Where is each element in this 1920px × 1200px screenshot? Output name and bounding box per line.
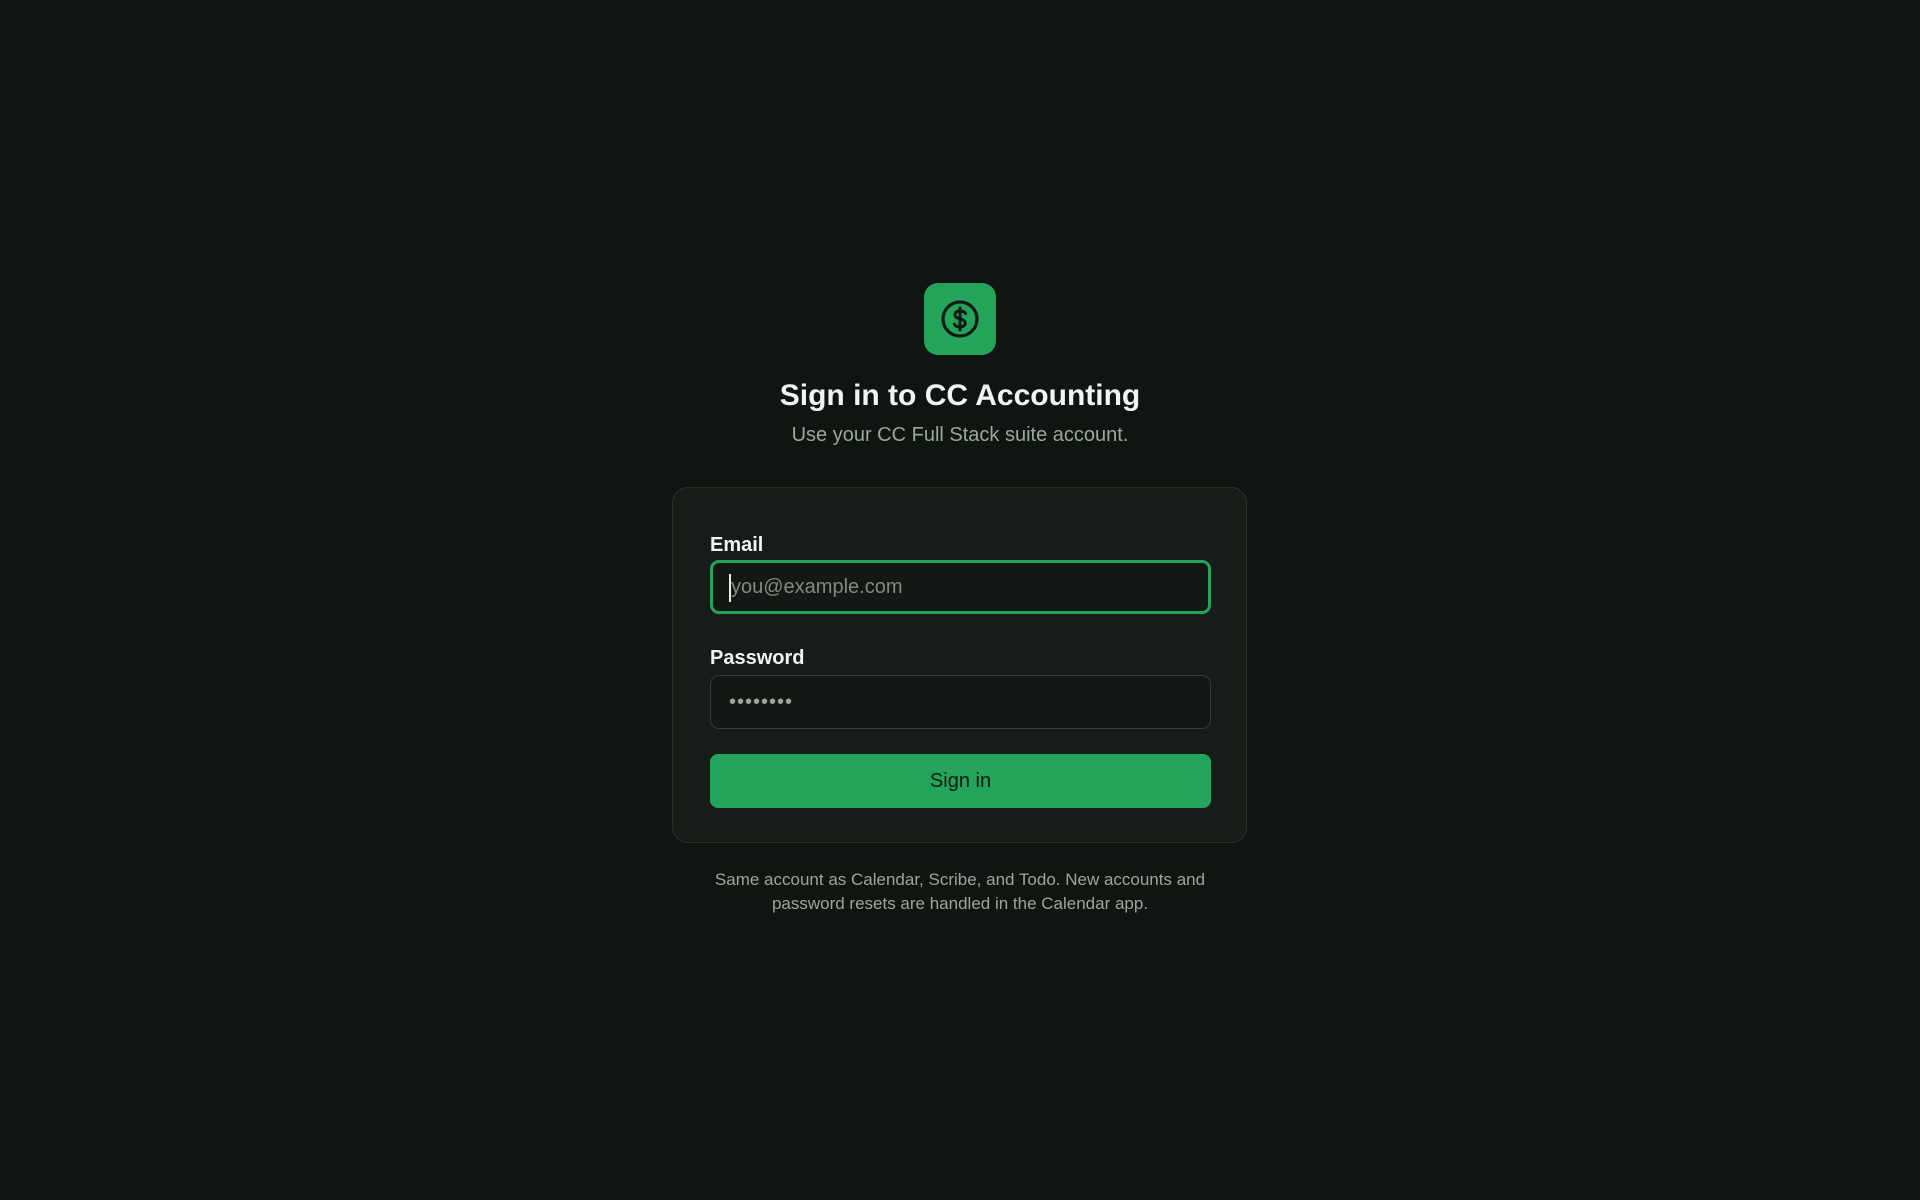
dollar-coin-icon: [941, 300, 979, 338]
email-label: Email: [710, 534, 764, 556]
page-title: Sign in to CC Accounting: [779, 379, 1141, 412]
sign-in-card: Email Password Sign in: [672, 487, 1247, 843]
page-subtitle: Use your CC Full Stack suite account.: [791, 424, 1129, 446]
app-logo: [924, 283, 996, 355]
footnote-line-2: password resets are handled in the Calen…: [771, 894, 1149, 913]
text-caret: [729, 574, 731, 602]
footnote-line-1: Same account as Calendar, Scribe, and To…: [714, 870, 1206, 889]
sign-in-button[interactable]: Sign in: [710, 754, 1211, 808]
sign-in-page: Sign in to CC Accounting Use your CC Ful…: [0, 0, 1920, 1200]
email-field[interactable]: [710, 560, 1211, 614]
account-footnote: Same account as Calendar, Scribe, and To…: [660, 868, 1260, 916]
password-label: Password: [710, 647, 805, 669]
password-field[interactable]: [710, 675, 1211, 729]
